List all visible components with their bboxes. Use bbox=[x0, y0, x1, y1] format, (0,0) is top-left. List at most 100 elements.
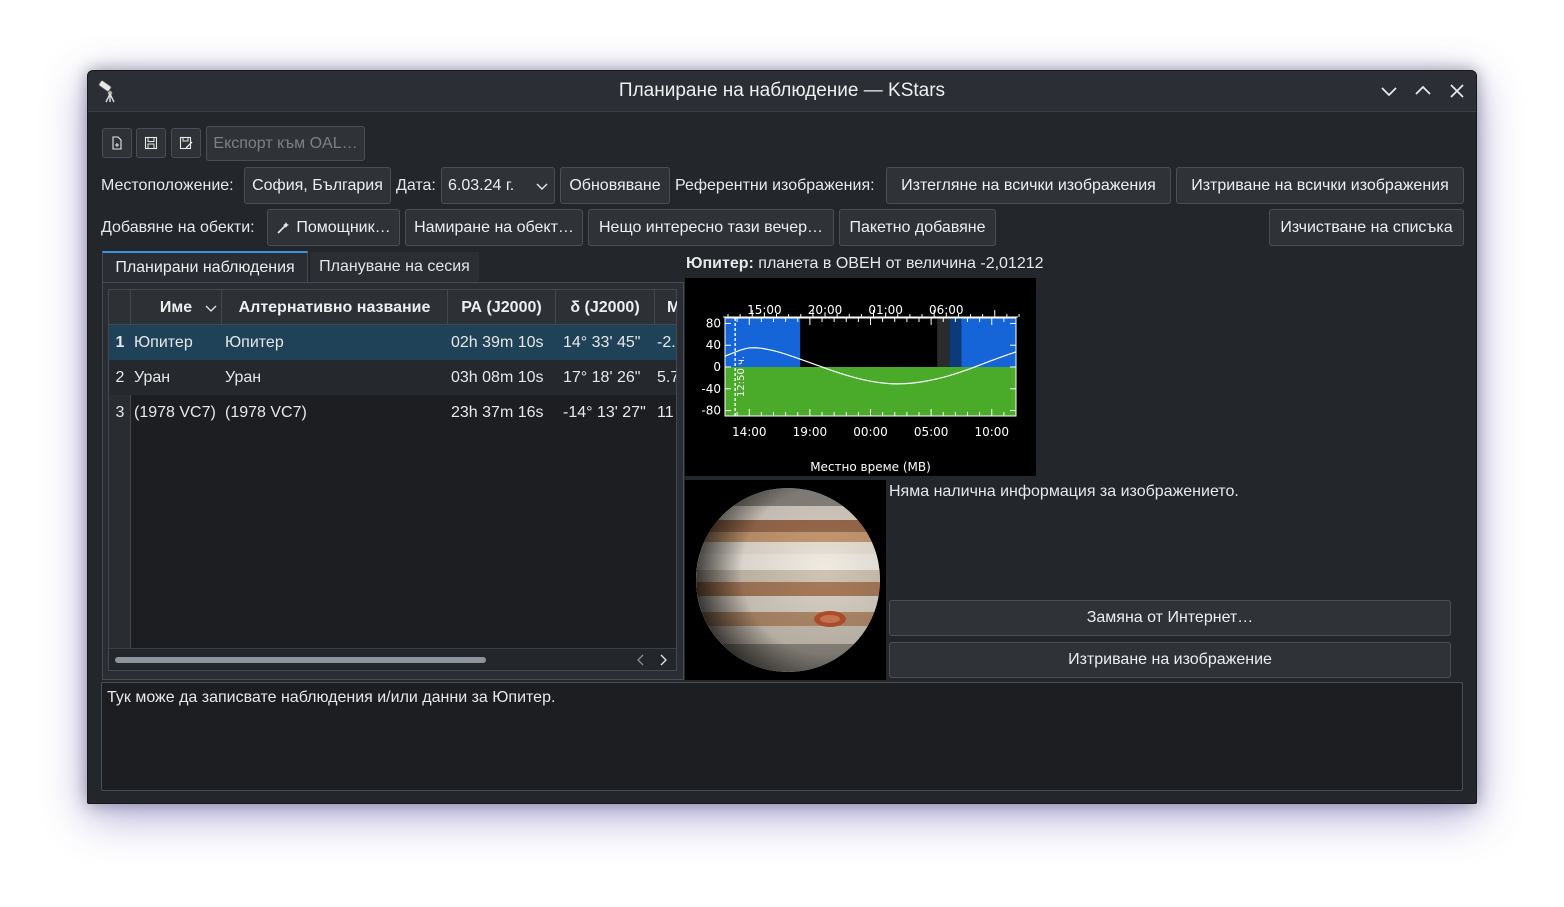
title-bar[interactable]: Планиране на наблюдение — KStars bbox=[88, 71, 1476, 112]
x-tick-label: 05:00 bbox=[914, 425, 949, 439]
horizontal-scrollbar[interactable] bbox=[109, 648, 676, 670]
twilight-band bbox=[937, 318, 950, 367]
y-tick-label: 80 bbox=[706, 316, 721, 330]
y-tick-label: 0 bbox=[713, 360, 721, 374]
location-label: Местоположение: bbox=[101, 177, 234, 194]
column-header-dec[interactable]: δ (J2000) bbox=[556, 290, 655, 325]
cell-alt-name: Юпитер bbox=[225, 333, 284, 351]
date-picker[interactable]: 6.03.24 г. bbox=[441, 167, 555, 204]
wizard-button[interactable]: Помощник… bbox=[267, 209, 400, 246]
x-axis-label: Местно време (МВ) bbox=[810, 460, 931, 474]
cell-ra: 02h 39m 10s bbox=[451, 333, 544, 351]
y-tick-label: -40 bbox=[701, 382, 721, 396]
table-row[interactable]: 2 Уран Уран 03h 08m 10s 17° 18' 26" 5.7 bbox=[109, 360, 676, 395]
observations-table[interactable]: Име Алтернативно название РА (J2000) δ (… bbox=[108, 289, 677, 671]
cell-alt-name: Уран bbox=[225, 368, 262, 386]
cell-dec: 14° 33' 45" bbox=[563, 333, 641, 351]
table-header: Име Алтернативно название РА (J2000) δ (… bbox=[109, 290, 677, 325]
column-header-alt-name[interactable]: Алтернативно название bbox=[222, 290, 448, 325]
date-value: 6.03.24 г. bbox=[448, 176, 515, 194]
cell-magnitude: 5.7 bbox=[657, 368, 676, 386]
row-number: 2 bbox=[115, 368, 125, 386]
scroll-right-icon[interactable] bbox=[658, 654, 668, 666]
x-top-tick-label: 01:00 bbox=[868, 303, 903, 317]
table-row[interactable]: 1 Юпитер Юпитер 02h 39m 10s 14° 33' 45" … bbox=[109, 325, 676, 360]
current-time-label: 12:50 ч. bbox=[736, 356, 747, 397]
x-tick-label: 19:00 bbox=[793, 425, 828, 439]
y-tick-label: 40 bbox=[706, 338, 721, 352]
cell-magnitude: 11 bbox=[657, 403, 674, 421]
row-number: 1 bbox=[109, 325, 131, 360]
replace-from-internet-button[interactable]: Замяна от Интернет… bbox=[889, 600, 1451, 636]
clear-list-button[interactable]: Изчистване на списъка bbox=[1269, 209, 1464, 246]
cell-ra: 23h 37m 16s bbox=[451, 403, 544, 421]
chevron-up-icon bbox=[1415, 85, 1431, 95]
minimize-button[interactable] bbox=[1378, 80, 1400, 102]
scroll-left-icon[interactable] bbox=[636, 654, 646, 666]
close-button[interactable] bbox=[1446, 80, 1468, 102]
column-header-name-label: Име bbox=[159, 298, 193, 316]
dawn-band bbox=[949, 318, 962, 367]
find-object-button[interactable]: Намиране на обект… bbox=[405, 209, 583, 246]
delete-image-button[interactable]: Изтриване на изображение bbox=[889, 642, 1451, 678]
save-as-icon bbox=[179, 136, 193, 150]
cell-name: Юпитер bbox=[134, 333, 193, 351]
x-tick-label: 10:00 bbox=[974, 425, 1009, 439]
x-tick-label: 00:00 bbox=[853, 425, 888, 439]
image-info-text: Няма налична информация за изображението… bbox=[889, 483, 1239, 500]
save-as-button[interactable] bbox=[171, 128, 201, 158]
object-name: Юпитер: bbox=[686, 255, 754, 272]
cell-magnitude: -2. bbox=[657, 333, 676, 351]
column-header-ra[interactable]: РА (J2000) bbox=[448, 290, 556, 325]
day-sky-band-morning bbox=[961, 318, 1016, 367]
location-button[interactable]: София, България bbox=[244, 167, 391, 204]
chevron-down-icon bbox=[1381, 87, 1397, 97]
maximize-button[interactable] bbox=[1412, 80, 1434, 102]
tab-session-planning[interactable]: Плануване на сесия bbox=[310, 252, 479, 282]
new-list-button[interactable] bbox=[102, 128, 132, 158]
observation-planner-window: Планиране на наблюдение — KStars Експорт… bbox=[87, 70, 1477, 804]
download-all-images-button[interactable]: Изтегляне на всички изображения bbox=[886, 167, 1171, 204]
cell-alt-name: (1978 VC7) bbox=[225, 403, 307, 421]
sort-chevron-icon bbox=[205, 305, 217, 312]
magic-wand-icon bbox=[277, 221, 290, 234]
batch-add-button[interactable]: Пакетно добавяне bbox=[839, 209, 996, 246]
x-top-tick-label: 15:00 bbox=[747, 303, 782, 317]
jupiter-image bbox=[696, 488, 880, 672]
save-button[interactable] bbox=[136, 128, 166, 158]
x-tick-label: 14:00 bbox=[732, 425, 767, 439]
save-icon bbox=[144, 136, 158, 150]
window-title: Планиране на наблюдение — KStars bbox=[618, 80, 946, 101]
cell-name: Уран bbox=[134, 368, 171, 386]
ground-band bbox=[725, 367, 1016, 416]
planet-image bbox=[685, 480, 886, 680]
cell-ra: 03h 08m 10s bbox=[451, 368, 544, 386]
refresh-button[interactable]: Обновяване bbox=[560, 167, 670, 204]
column-header-name[interactable]: Име bbox=[131, 290, 222, 325]
cell-name: (1978 VC7) bbox=[134, 403, 216, 421]
new-file-icon bbox=[112, 136, 122, 150]
altitude-plot[interactable]: 12:50 ч. 80 40 0 -40 -80 14:00 19:00 00:00 05:00 1… bbox=[685, 278, 1036, 476]
y-tick-label: -80 bbox=[701, 404, 721, 418]
wizard-label: Помощник… bbox=[296, 218, 391, 236]
delete-all-images-button[interactable]: Изтриване на всички изображения bbox=[1176, 167, 1464, 204]
tab-planned-observations[interactable]: Планирани наблюдения bbox=[102, 251, 308, 283]
close-icon bbox=[1450, 84, 1464, 98]
altitude-chart-svg: 12:50 ч. 80 40 0 -40 -80 14:00 19:00 00:00 05:00 1… bbox=[701, 303, 1020, 474]
table-row[interactable]: 3 (1978 VC7) (1978 VC7) 23h 37m 16s -14°… bbox=[109, 395, 676, 430]
reference-images-label: Референтни изображения: bbox=[675, 177, 875, 194]
export-oal-button[interactable]: Експорт към OAL… bbox=[206, 126, 365, 161]
notes-textarea[interactable]: Тук може да записвате наблюдения и/или д… bbox=[101, 682, 1463, 791]
corner-header bbox=[109, 290, 131, 325]
cell-dec: 17° 18' 26" bbox=[563, 368, 641, 386]
x-top-tick-label: 06:00 bbox=[929, 303, 964, 317]
column-header-magnitude[interactable]: М bbox=[655, 290, 677, 325]
add-objects-label: Добавяне на обекти: bbox=[101, 219, 255, 236]
cell-dec: -14° 13' 27" bbox=[563, 403, 646, 421]
interesting-tonight-button[interactable]: Нещо интересно тази вечер… bbox=[588, 209, 834, 246]
chevron-down-icon bbox=[536, 183, 548, 190]
date-label: Дата: bbox=[396, 177, 436, 194]
row-number: 3 bbox=[115, 403, 125, 421]
scrollbar-thumb[interactable] bbox=[115, 657, 486, 663]
object-description: планета в ОВЕН от величина -2,01212 bbox=[758, 255, 1044, 272]
